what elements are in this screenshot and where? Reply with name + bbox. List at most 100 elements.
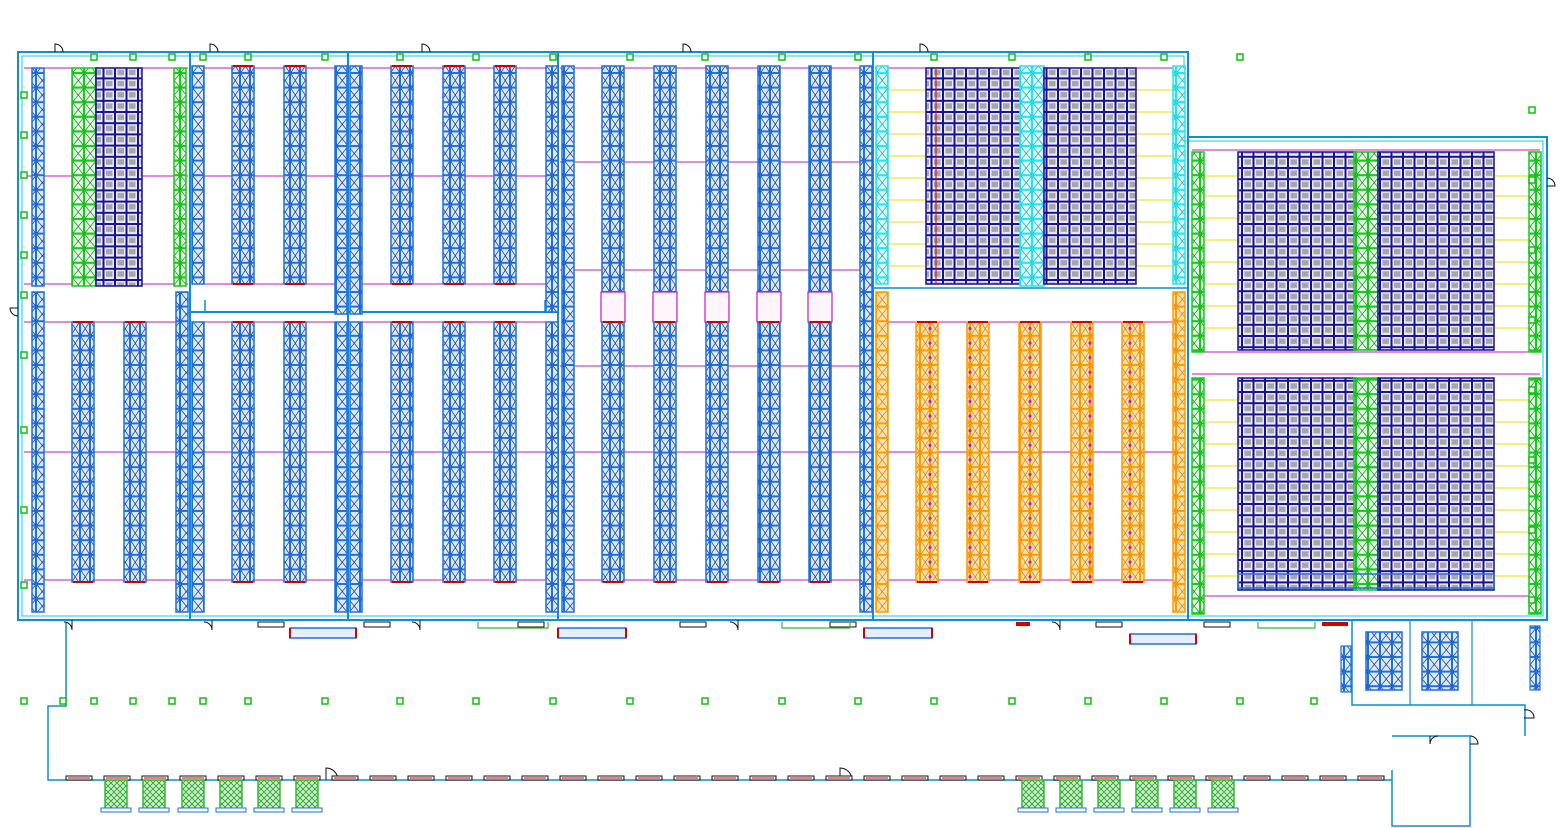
dock-marker [1016,622,1030,626]
truck-dock-pad [142,779,166,811]
wall-rack-row [349,65,363,315]
column-marker [472,53,480,61]
double-rack-row [808,321,832,583]
column-marker [20,251,28,259]
wall-rack-row [545,321,559,613]
truck-dock-pad-sill [1093,807,1125,813]
double-rack-row [808,65,832,293]
shelving-block [1043,67,1137,285]
truck-dock-pad-sill [177,807,209,813]
dock-leveler [257,621,285,628]
column-marker [1528,386,1536,394]
door-swing [729,620,739,631]
double-rack-row [390,321,414,583]
column-marker [626,697,634,705]
loading-docks [65,621,1385,813]
truck-dock-pad-sill [1131,807,1163,813]
shelving-end-rack [173,67,187,287]
column-marker [854,697,862,705]
shelving-spine-rack [1019,65,1045,287]
truck-dock-pad-sill [1169,807,1201,813]
double-rack-row [71,321,95,583]
double-rack-row [390,65,414,285]
warehouse-floor-plan [9,43,1556,827]
wall-rack-row [349,321,363,613]
column-marker [396,53,404,61]
truck-dock-pad-sill [291,807,323,813]
column-marker [20,351,28,359]
wall-rack-row [561,65,575,613]
column-marker [244,697,252,705]
cross-aisle-tunnel [807,291,833,323]
truck-dock-pad [257,779,281,811]
truck-dock-pad [219,779,243,811]
wall-rack-row [175,291,189,613]
door-swing [203,620,213,631]
column-marker [20,91,28,99]
mezzanine-wall-return [204,300,546,312]
shelving-block [1377,151,1495,351]
column-marker [1528,246,1536,254]
column-marker [129,53,137,61]
double-rack-row [493,321,517,583]
column-marker [90,53,98,61]
door-swing [209,43,219,53]
column-marker [626,53,634,61]
staging-lane [863,627,933,639]
staging-lane [1129,633,1197,645]
truck-dock-pad-sill [1017,807,1049,813]
double-rack-row [1121,321,1145,583]
wall-rack-row [31,67,45,287]
column-marker [1528,316,1536,324]
column-marker [129,697,137,705]
truck-dock-pad [295,779,319,811]
column-marker [1528,176,1536,184]
wall-rack-row [875,65,889,285]
column-marker [20,697,28,705]
shelving-block [1237,377,1357,591]
column-marker [1528,596,1536,604]
double-rack-row [283,321,307,583]
double-rack-row [601,65,625,293]
column-marker [20,291,28,299]
cross-aisle-tunnel [756,291,782,323]
truck-dock-pad-sill [138,807,170,813]
column-marker [1310,697,1318,705]
wall-rack-row [859,65,873,613]
door-swing [919,43,929,53]
wall-rack-row [31,291,45,613]
truck-dock-pad [181,779,205,811]
truck-dock-pad [104,779,128,811]
office-rack [1529,625,1541,691]
wall-rack-row [1172,291,1186,613]
staging-lane [557,627,627,639]
column-marker [321,53,329,61]
double-rack-row [966,321,990,583]
door-swing [1429,735,1439,745]
column-marker [20,131,28,139]
column-marker [854,53,862,61]
double-rack-row [1018,321,1042,583]
truck-dock-pad [1059,779,1083,811]
column-marker [1160,697,1168,705]
double-rack-row [757,321,781,583]
column-marker [199,53,207,61]
truck-dock-pad [1173,779,1197,811]
dock-leveler [363,621,391,628]
column-marker [930,53,938,61]
column-marker [20,211,28,219]
office-rack [1340,645,1352,693]
cross-aisle-tunnel [600,291,626,323]
dock-leveler [1203,621,1231,628]
wall-rack-row [1191,377,1205,615]
column-marker [244,53,252,61]
wall-rack-row [334,65,348,315]
double-rack-row [442,65,466,285]
column-marker [20,506,28,514]
double-rack-row [283,65,307,285]
staging-lane [289,627,357,639]
door-swing [9,307,19,317]
column-marker [778,697,786,705]
column-marker [20,426,28,434]
double-rack-row [705,321,729,583]
